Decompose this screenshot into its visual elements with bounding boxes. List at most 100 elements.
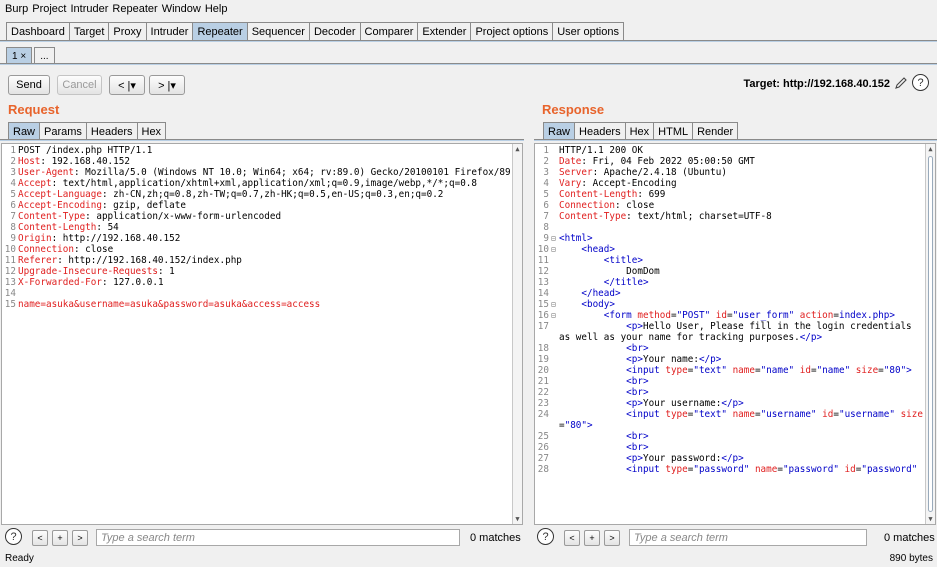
response-line: 21 <br>: [535, 376, 935, 387]
response-line: 1 HTTP/1.1 200 OK: [535, 145, 935, 156]
forward-button[interactable]: > |▾: [149, 75, 185, 95]
request-search-bar: ? < + > Type a search term 0 matches: [0, 528, 524, 550]
response-line: 5 Content-Length: 699: [535, 189, 935, 200]
help-icon[interactable]: ?: [912, 74, 929, 91]
tab-repeater[interactable]: Repeater: [192, 22, 248, 41]
response-line: 4 Vary: Accept-Encoding: [535, 178, 935, 189]
line-content: User-Agent: Mozilla/5.0 (Windows NT 10.0…: [18, 167, 522, 178]
repeater-tab-1[interactable]: 1 ×: [6, 47, 33, 64]
request-tab-params[interactable]: Params: [39, 122, 87, 140]
line-number: 23: [537, 398, 549, 409]
response-line: 15 ⊟ <body>: [535, 299, 935, 310]
line-number: 26: [537, 442, 549, 453]
response-tabs-underline: [534, 139, 937, 141]
response-tab-render[interactable]: Render: [692, 122, 739, 140]
fold-icon[interactable]: ⊟: [551, 244, 559, 255]
response-tab-html[interactable]: HTML: [653, 122, 694, 140]
tab-proxy[interactable]: Proxy: [108, 22, 147, 41]
tab-extender[interactable]: Extender: [417, 22, 472, 41]
tab-sequencer[interactable]: Sequencer: [246, 22, 310, 41]
line-text: POST /index.php HTTP/1.1: [18, 145, 153, 156]
request-search-help-icon[interactable]: ?: [5, 528, 22, 545]
menu-intruder[interactable]: Intruder: [71, 3, 109, 15]
response-line: 14 </head>: [535, 288, 935, 299]
line-number: 5: [10, 189, 16, 200]
search-options-button[interactable]: +: [52, 530, 68, 546]
menu-repeater[interactable]: Repeater: [112, 3, 157, 15]
request-search-input[interactable]: Type a search term: [96, 529, 460, 546]
line-text: : Mozilla/5.0 (Windows NT 10.0; Win64; x…: [73, 167, 522, 178]
line-number: 13: [4, 277, 16, 288]
response-line: 20 <input type="text" name="name" id="na…: [535, 365, 935, 376]
menu-project[interactable]: Project: [32, 3, 66, 15]
tab-decoder[interactable]: Decoder: [308, 22, 361, 41]
line-number: 14: [4, 288, 16, 299]
request-matches: 0 matches: [470, 532, 521, 544]
line-number: 8: [10, 222, 16, 233]
line-content: <br>: [626, 387, 649, 398]
line-number: 12: [537, 266, 549, 277]
scroll-up-icon[interactable]: ▲: [513, 144, 522, 154]
response-tab-raw[interactable]: Raw: [543, 122, 576, 140]
tab-dashboard[interactable]: Dashboard: [6, 22, 70, 41]
fold-icon[interactable]: ⊟: [551, 233, 559, 244]
response-tab-hex[interactable]: Hex: [624, 122, 655, 140]
request-line: 9 Origin: http://192.168.40.152: [2, 233, 522, 244]
search-prev-button[interactable]: <: [32, 530, 48, 546]
fold-icon[interactable]: ⊟: [551, 310, 559, 321]
request-line: 10 Connection: close: [2, 244, 522, 255]
request-tab-headers[interactable]: Headers: [85, 122, 138, 140]
response-search-input[interactable]: Type a search term: [629, 529, 867, 546]
search-next-button[interactable]: >: [604, 530, 620, 546]
response-size: 890 bytes: [889, 553, 933, 564]
cancel-button[interactable]: Cancel: [57, 75, 102, 95]
menu-window[interactable]: Window: [162, 3, 201, 15]
scroll-down-icon[interactable]: ▼: [513, 514, 522, 524]
tab-project-options[interactable]: Project options: [470, 22, 554, 41]
header-name: Upgrade-Insecure-Requests: [18, 266, 158, 277]
tab-user-options[interactable]: User options: [552, 22, 624, 41]
response-scrollbar[interactable]: ▲ ▼: [925, 144, 935, 524]
response-scroll-thumb[interactable]: [928, 156, 933, 512]
response-line: 2 Date: Fri, 04 Feb 2022 05:00:50 GMT: [535, 156, 935, 167]
menu-help[interactable]: Help: [205, 3, 228, 15]
send-button[interactable]: Send: [8, 75, 50, 95]
line-number: 11: [4, 255, 16, 266]
request-editor[interactable]: 1 POST /index.php HTTP/1.1 2 Host: 192.168.…: [1, 143, 523, 525]
menu-burp[interactable]: Burp: [5, 3, 28, 15]
line-number: 25: [537, 431, 549, 442]
search-next-button[interactable]: >: [72, 530, 88, 546]
response-search-help-icon[interactable]: ?: [537, 528, 554, 545]
edit-target-icon[interactable]: [893, 75, 909, 91]
new-tab-button[interactable]: ...: [34, 47, 55, 64]
scroll-down-icon[interactable]: ▼: [926, 514, 935, 524]
back-button[interactable]: < |▾: [109, 75, 145, 95]
response-line: 17 <p>Hello User, Please fill in the log…: [535, 321, 935, 332]
line-number: 21: [537, 376, 549, 387]
search-options-button[interactable]: +: [584, 530, 600, 546]
response-editor[interactable]: 1 HTTP/1.1 200 OK 2 Date: Fri, 04 Feb 2022 …: [534, 143, 936, 525]
tab-intruder[interactable]: Intruder: [145, 22, 194, 41]
main-tabs-underline: [0, 40, 937, 42]
line-number: 8: [543, 222, 549, 233]
header-name: Content-Type: [18, 211, 86, 222]
request-tab-raw[interactable]: Raw: [8, 122, 41, 140]
search-prev-button[interactable]: <: [564, 530, 580, 546]
request-tab-hex[interactable]: Hex: [136, 122, 167, 140]
scroll-up-icon[interactable]: ▲: [926, 144, 935, 154]
response-tab-headers[interactable]: Headers: [574, 122, 626, 140]
line-content: <head>: [581, 244, 615, 255]
tab-target[interactable]: Target: [68, 22, 110, 41]
tab-comparer[interactable]: Comparer: [359, 22, 419, 41]
status-bar: Ready 890 bytes: [0, 551, 937, 567]
line-number: [535, 332, 551, 343]
request-line: 5 Accept-Language: zh-CN,zh;q=0.8,zh-TW;q…: [2, 189, 522, 200]
fold-icon[interactable]: ⊟: [551, 299, 559, 310]
header-name: User-Agent: [18, 167, 74, 178]
request-scrollbar[interactable]: ▲ ▼: [512, 144, 522, 524]
